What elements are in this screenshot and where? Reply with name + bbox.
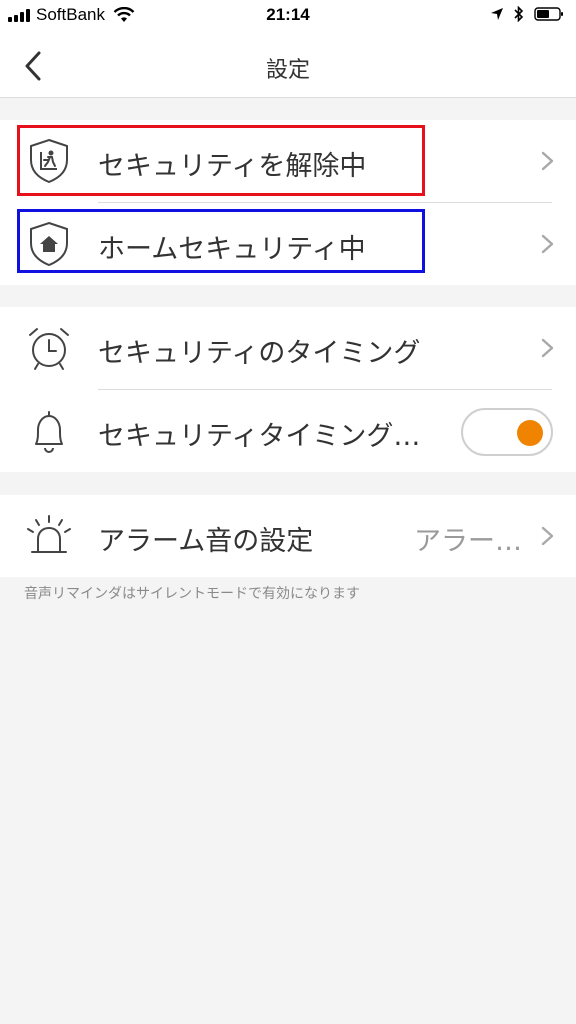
location-arrow-icon (491, 8, 503, 20)
battery-icon (534, 7, 563, 21)
security-timing-reminder-label: セキュリティタイミング… (98, 421, 421, 452)
alarm-sound-row[interactable]: アラーム音の設定 アラー… (0, 495, 576, 577)
highlight-box-blue (17, 209, 425, 273)
siren-icon (27, 515, 71, 553)
status-bar: SoftBank 21:14 (0, 0, 576, 34)
alarm-sound-label: アラーム音の設定 (98, 526, 314, 557)
toggle-knob (517, 420, 543, 446)
chevron-right-icon (541, 526, 554, 546)
chevron-right-icon (541, 151, 554, 171)
highlight-box-red (17, 125, 425, 196)
chevron-right-icon (541, 338, 554, 358)
timing-reminder-toggle[interactable] (461, 408, 553, 456)
nav-bar: 設定 (0, 34, 576, 98)
silent-mode-note: 音声リマインダはサイレントモードで有効になります (24, 586, 360, 602)
alarm-group: アラーム音の設定 アラー… (0, 495, 576, 577)
timing-group: セキュリティのタイミング セキュリティタイミング… (0, 307, 576, 472)
bluetooth-icon (514, 6, 524, 22)
alarm-clock-icon (29, 328, 69, 370)
security-timing-label: セキュリティのタイミング (98, 338, 421, 369)
chevron-right-icon (541, 234, 554, 254)
page-title: 設定 (265, 58, 310, 83)
security-timing-reminder-row: セキュリティタイミング… (0, 390, 576, 472)
security-timing-row[interactable]: セキュリティのタイミング (0, 307, 576, 389)
bell-icon (35, 411, 63, 453)
alarm-sound-value: アラー… (414, 526, 522, 557)
